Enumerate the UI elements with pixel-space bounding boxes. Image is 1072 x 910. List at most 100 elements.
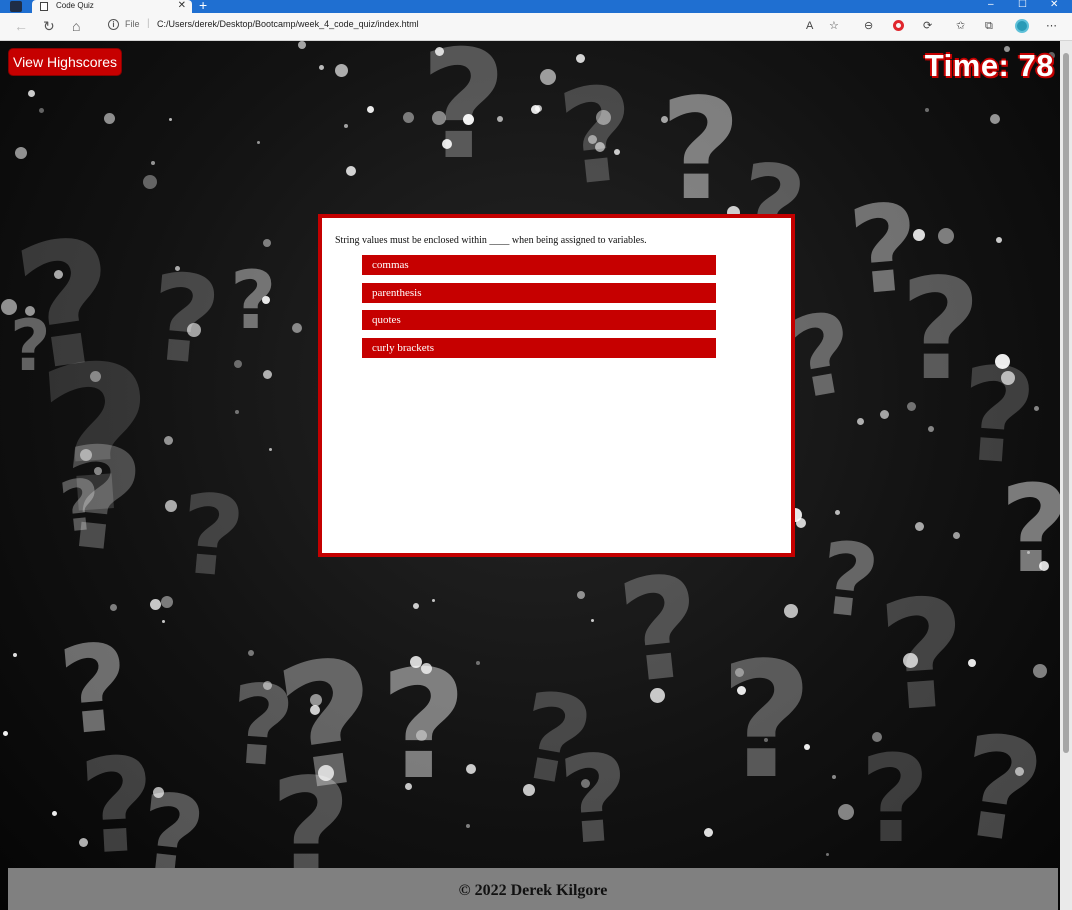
question-mark-decoration: ? — [420, 41, 508, 193]
question-mark-decoration: ? — [949, 704, 1053, 877]
bokeh-dot-decoration — [234, 360, 242, 368]
question-mark-decoration: ? — [174, 469, 250, 603]
bokeh-dot-decoration — [928, 426, 934, 432]
bokeh-dot-decoration — [463, 114, 474, 125]
bokeh-dot-decoration — [1033, 664, 1047, 678]
bokeh-dot-decoration — [915, 522, 924, 531]
choice-button[interactable]: commas — [362, 255, 716, 275]
bokeh-dot-decoration — [838, 804, 854, 820]
browser-tab[interactable]: Code Quiz ✕ — [32, 0, 192, 13]
footer: © 2022 Derek Kilgore — [8, 868, 1058, 910]
minimize-icon[interactable]: – — [988, 0, 994, 12]
bokeh-dot-decoration — [535, 105, 542, 112]
bokeh-dot-decoration — [1, 299, 17, 315]
bokeh-dot-decoration — [442, 139, 452, 149]
question-mark-decoration: ? — [814, 519, 885, 642]
more-icon[interactable]: ⋯ — [1046, 18, 1057, 34]
extensions-icon[interactable]: ⟳ — [923, 18, 932, 34]
bokeh-dot-decoration — [165, 500, 177, 512]
question-mark-decoration: ? — [144, 248, 226, 393]
bokeh-dot-decoration — [143, 175, 157, 189]
bokeh-dot-decoration — [162, 620, 165, 623]
browser-window-icon[interactable] — [10, 1, 22, 12]
question-mark-decoration: ? — [10, 305, 51, 387]
bokeh-dot-decoration — [913, 229, 925, 241]
bokeh-dot-decoration — [990, 114, 1000, 124]
bokeh-dot-decoration — [953, 532, 960, 539]
scrollbar-thumb[interactable] — [1063, 53, 1069, 753]
bokeh-dot-decoration — [310, 694, 322, 706]
choice-button[interactable]: quotes — [362, 310, 716, 330]
bokeh-dot-decoration — [161, 596, 173, 608]
tab-title: Code Quiz — [56, 1, 94, 10]
address-bar[interactable]: i File | C:/Users/derek/Desktop/Bootcamp… — [100, 16, 940, 37]
home-icon[interactable]: ⌂ — [72, 17, 80, 35]
bokeh-dot-decoration — [269, 448, 272, 451]
choice-button[interactable]: parenthesis — [362, 282, 716, 303]
bokeh-dot-decoration — [403, 112, 414, 123]
bokeh-dot-decoration — [346, 166, 356, 176]
bokeh-dot-decoration — [577, 591, 585, 599]
info-icon[interactable]: i — [108, 19, 119, 30]
opera-icon[interactable] — [893, 20, 904, 31]
bokeh-dot-decoration — [581, 779, 590, 788]
collections-icon[interactable]: ⧉ — [985, 18, 993, 34]
bokeh-dot-decoration — [235, 410, 239, 414]
back-arrow-icon[interactable]: ← — [14, 17, 28, 35]
bokeh-dot-decoration — [576, 54, 585, 63]
bokeh-dot-decoration — [344, 124, 348, 128]
choice-button[interactable]: curly brackets — [362, 337, 716, 358]
question-mark-decoration: ? — [380, 639, 468, 813]
tab-close-icon[interactable]: ✕ — [178, 0, 186, 12]
bokeh-dot-decoration — [1001, 371, 1015, 385]
reload-icon[interactable]: ↻ — [43, 17, 55, 35]
bokeh-dot-decoration — [938, 228, 954, 244]
bokeh-dot-decoration — [262, 296, 270, 304]
bokeh-dot-decoration — [661, 116, 668, 123]
bokeh-dot-decoration — [3, 731, 8, 736]
zoom-icon[interactable]: ⊖ — [864, 18, 873, 34]
bokeh-dot-decoration — [476, 661, 480, 665]
bokeh-dot-decoration — [310, 705, 320, 715]
address-url[interactable]: C:/Users/derek/Desktop/Bootcamp/week_4_c… — [157, 19, 419, 29]
bokeh-dot-decoration — [432, 111, 446, 125]
bokeh-dot-decoration — [263, 681, 272, 690]
bokeh-dot-decoration — [298, 41, 306, 49]
scrollbar[interactable] — [1060, 41, 1072, 910]
bokeh-dot-decoration — [187, 323, 201, 337]
profile-icon[interactable] — [1015, 19, 1029, 33]
add-favorite-icon[interactable]: ☆ — [829, 18, 839, 34]
bokeh-dot-decoration — [704, 828, 713, 837]
bokeh-dot-decoration — [995, 354, 1010, 369]
view-highscores-button[interactable]: View Highscores — [8, 48, 122, 76]
bokeh-dot-decoration — [826, 853, 829, 856]
maximize-icon[interactable]: ☐ — [1018, 0, 1027, 12]
bokeh-dot-decoration — [248, 650, 254, 656]
bokeh-dot-decoration — [25, 306, 35, 316]
bokeh-dot-decoration — [804, 744, 810, 750]
bokeh-dot-decoration — [263, 239, 271, 247]
bokeh-dot-decoration — [907, 402, 916, 411]
bokeh-dot-decoration — [432, 599, 435, 602]
read-aloud-icon[interactable]: A — [806, 18, 813, 34]
question-mark-decoration: ? — [954, 337, 1041, 495]
bokeh-dot-decoration — [319, 65, 324, 70]
question-mark-decoration: ? — [76, 728, 160, 884]
question-mark-decoration: ? — [4, 201, 130, 411]
question-mark-decoration: ? — [874, 566, 973, 746]
favorites-icon[interactable]: ✩ — [956, 18, 965, 34]
question-mark-decoration: ? — [611, 545, 710, 716]
timer-label: Time: — [924, 48, 1010, 83]
bokeh-dot-decoration — [151, 161, 155, 165]
question-mark-decoration: ? — [266, 621, 392, 831]
bokeh-dot-decoration — [1034, 406, 1039, 411]
page-favicon-icon — [40, 2, 48, 11]
bokeh-dot-decoration — [796, 518, 806, 528]
bokeh-dot-decoration — [466, 764, 476, 774]
bokeh-dot-decoration — [15, 147, 27, 159]
question-mark-decoration: ? — [900, 249, 982, 412]
quiz-card: String values must be enclosed within __… — [318, 214, 795, 557]
new-tab-icon[interactable]: + — [199, 0, 207, 12]
bokeh-dot-decoration — [90, 371, 101, 382]
window-close-icon[interactable]: ✕ — [1050, 0, 1058, 12]
